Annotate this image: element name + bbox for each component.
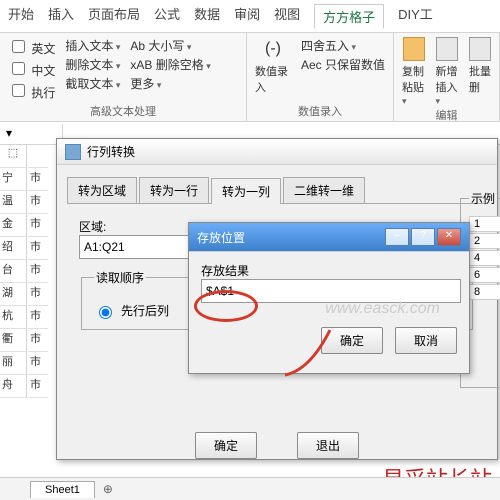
dialog-tabs: 转为区域 转为一行 转为一列 二维转一维 [67,177,487,204]
btn-batchdel[interactable]: 批量删 [469,37,491,107]
chk-cn[interactable]: 中文 [8,59,55,79]
group-label-text: 高级文本处理 [8,103,238,119]
chk-en[interactable]: 英文 [8,37,55,57]
app-icon [65,144,81,160]
ribbon: 英文 中文 执行 插入文本 删除文本 截取文本 Ab 大小写 xAB 删除空格 … [0,33,500,122]
tab-insert[interactable]: 插入 [48,4,74,28]
tab-data[interactable]: 数据 [194,4,220,28]
legend-example: 示例 [469,190,497,207]
tab-formula[interactable]: 公式 [154,4,180,28]
tab-2d-1d[interactable]: 二维转一维 [283,177,365,203]
cell[interactable]: 湖 [0,283,26,306]
btn-delete-text[interactable]: 删除文本 [65,56,120,73]
label-result: 存放结果 [201,262,457,279]
tab-fangfang[interactable]: 方方格子 [314,4,384,29]
grid-icon [436,37,458,61]
minimize-icon[interactable]: – [385,228,409,246]
ribbon-tabs: 开始 插入 页面布局 公式 数据 审阅 视图 方方格子 DIY工 [0,0,500,33]
btn-newinsert[interactable]: 新增插入 [436,37,460,107]
cell[interactable]: 台 [0,260,26,283]
btn-case[interactable]: Ab 大小写 [130,37,210,54]
btn-copypaste[interactable]: 复制粘贴 [402,37,426,107]
name-box[interactable]: ▾ [0,124,63,142]
clipboard-icon [403,37,425,61]
group-label-num: 数值录入 [255,103,385,119]
help-icon[interactable]: ? [411,228,435,246]
tab-start[interactable]: 开始 [8,4,34,28]
close-icon[interactable]: ✕ [437,228,461,246]
cell[interactable]: 杭 [0,306,26,329]
tab-layout[interactable]: 页面布局 [88,4,140,28]
btn-dlg1-exit[interactable]: 退出 [297,432,359,459]
tab-to-col[interactable]: 转为一列 [211,178,281,204]
btn-dlg1-ok[interactable]: 确定 [195,432,257,459]
chk-exec[interactable]: 执行 [8,81,55,101]
tab-to-region[interactable]: 转为区域 [67,177,137,203]
grid2-icon [469,37,491,61]
dialog-location: 存放位置 – ? ✕ 存放结果 确定 取消 [188,222,470,374]
cell[interactable]: 金 [0,214,26,237]
btn-dlg2-ok[interactable]: 确定 [321,327,383,354]
btn-insert-text[interactable]: 插入文本 [65,37,120,54]
btn-numinput[interactable]: (-)数值录入 [255,37,291,95]
cell[interactable]: 宁 [0,168,26,191]
sheet-tabs: Sheet1 ⊕ [0,477,500,500]
tab-to-row[interactable]: 转为一行 [139,177,209,203]
cell[interactable]: 丽 [0,352,26,375]
btn-trim[interactable]: xAB 删除空格 [130,56,210,73]
cell[interactable]: 绍 [0,237,26,260]
dialog-titlebar[interactable]: 行列转换 [57,139,497,165]
parentheses-icon: (-) [261,37,285,61]
cell[interactable]: 温 [0,191,26,214]
btn-more[interactable]: 更多 [130,75,210,92]
add-sheet-icon[interactable]: ⊕ [103,482,113,496]
btn-round[interactable]: 四舍五入 [301,37,385,54]
group-label-edit: 编辑 [402,107,491,123]
tab-view[interactable]: 视图 [274,4,300,28]
tab-diy[interactable]: DIY工 [398,4,433,28]
sheet-tab-1[interactable]: Sheet1 [30,481,95,498]
tab-review[interactable]: 审阅 [234,4,260,28]
watermark-url: www.easck.com [325,300,440,318]
cell[interactable]: 衢 [0,329,26,352]
btn-dlg2-cancel[interactable]: 取消 [395,327,457,354]
btn-keep-num[interactable]: Aec 只保留数值 [301,56,385,73]
dialog2-titlebar[interactable]: 存放位置 – ? ✕ [189,223,469,252]
legend-order: 读取顺序 [94,269,146,286]
btn-cut-text[interactable]: 截取文本 [65,75,120,92]
cell[interactable]: 舟 [0,375,26,398]
